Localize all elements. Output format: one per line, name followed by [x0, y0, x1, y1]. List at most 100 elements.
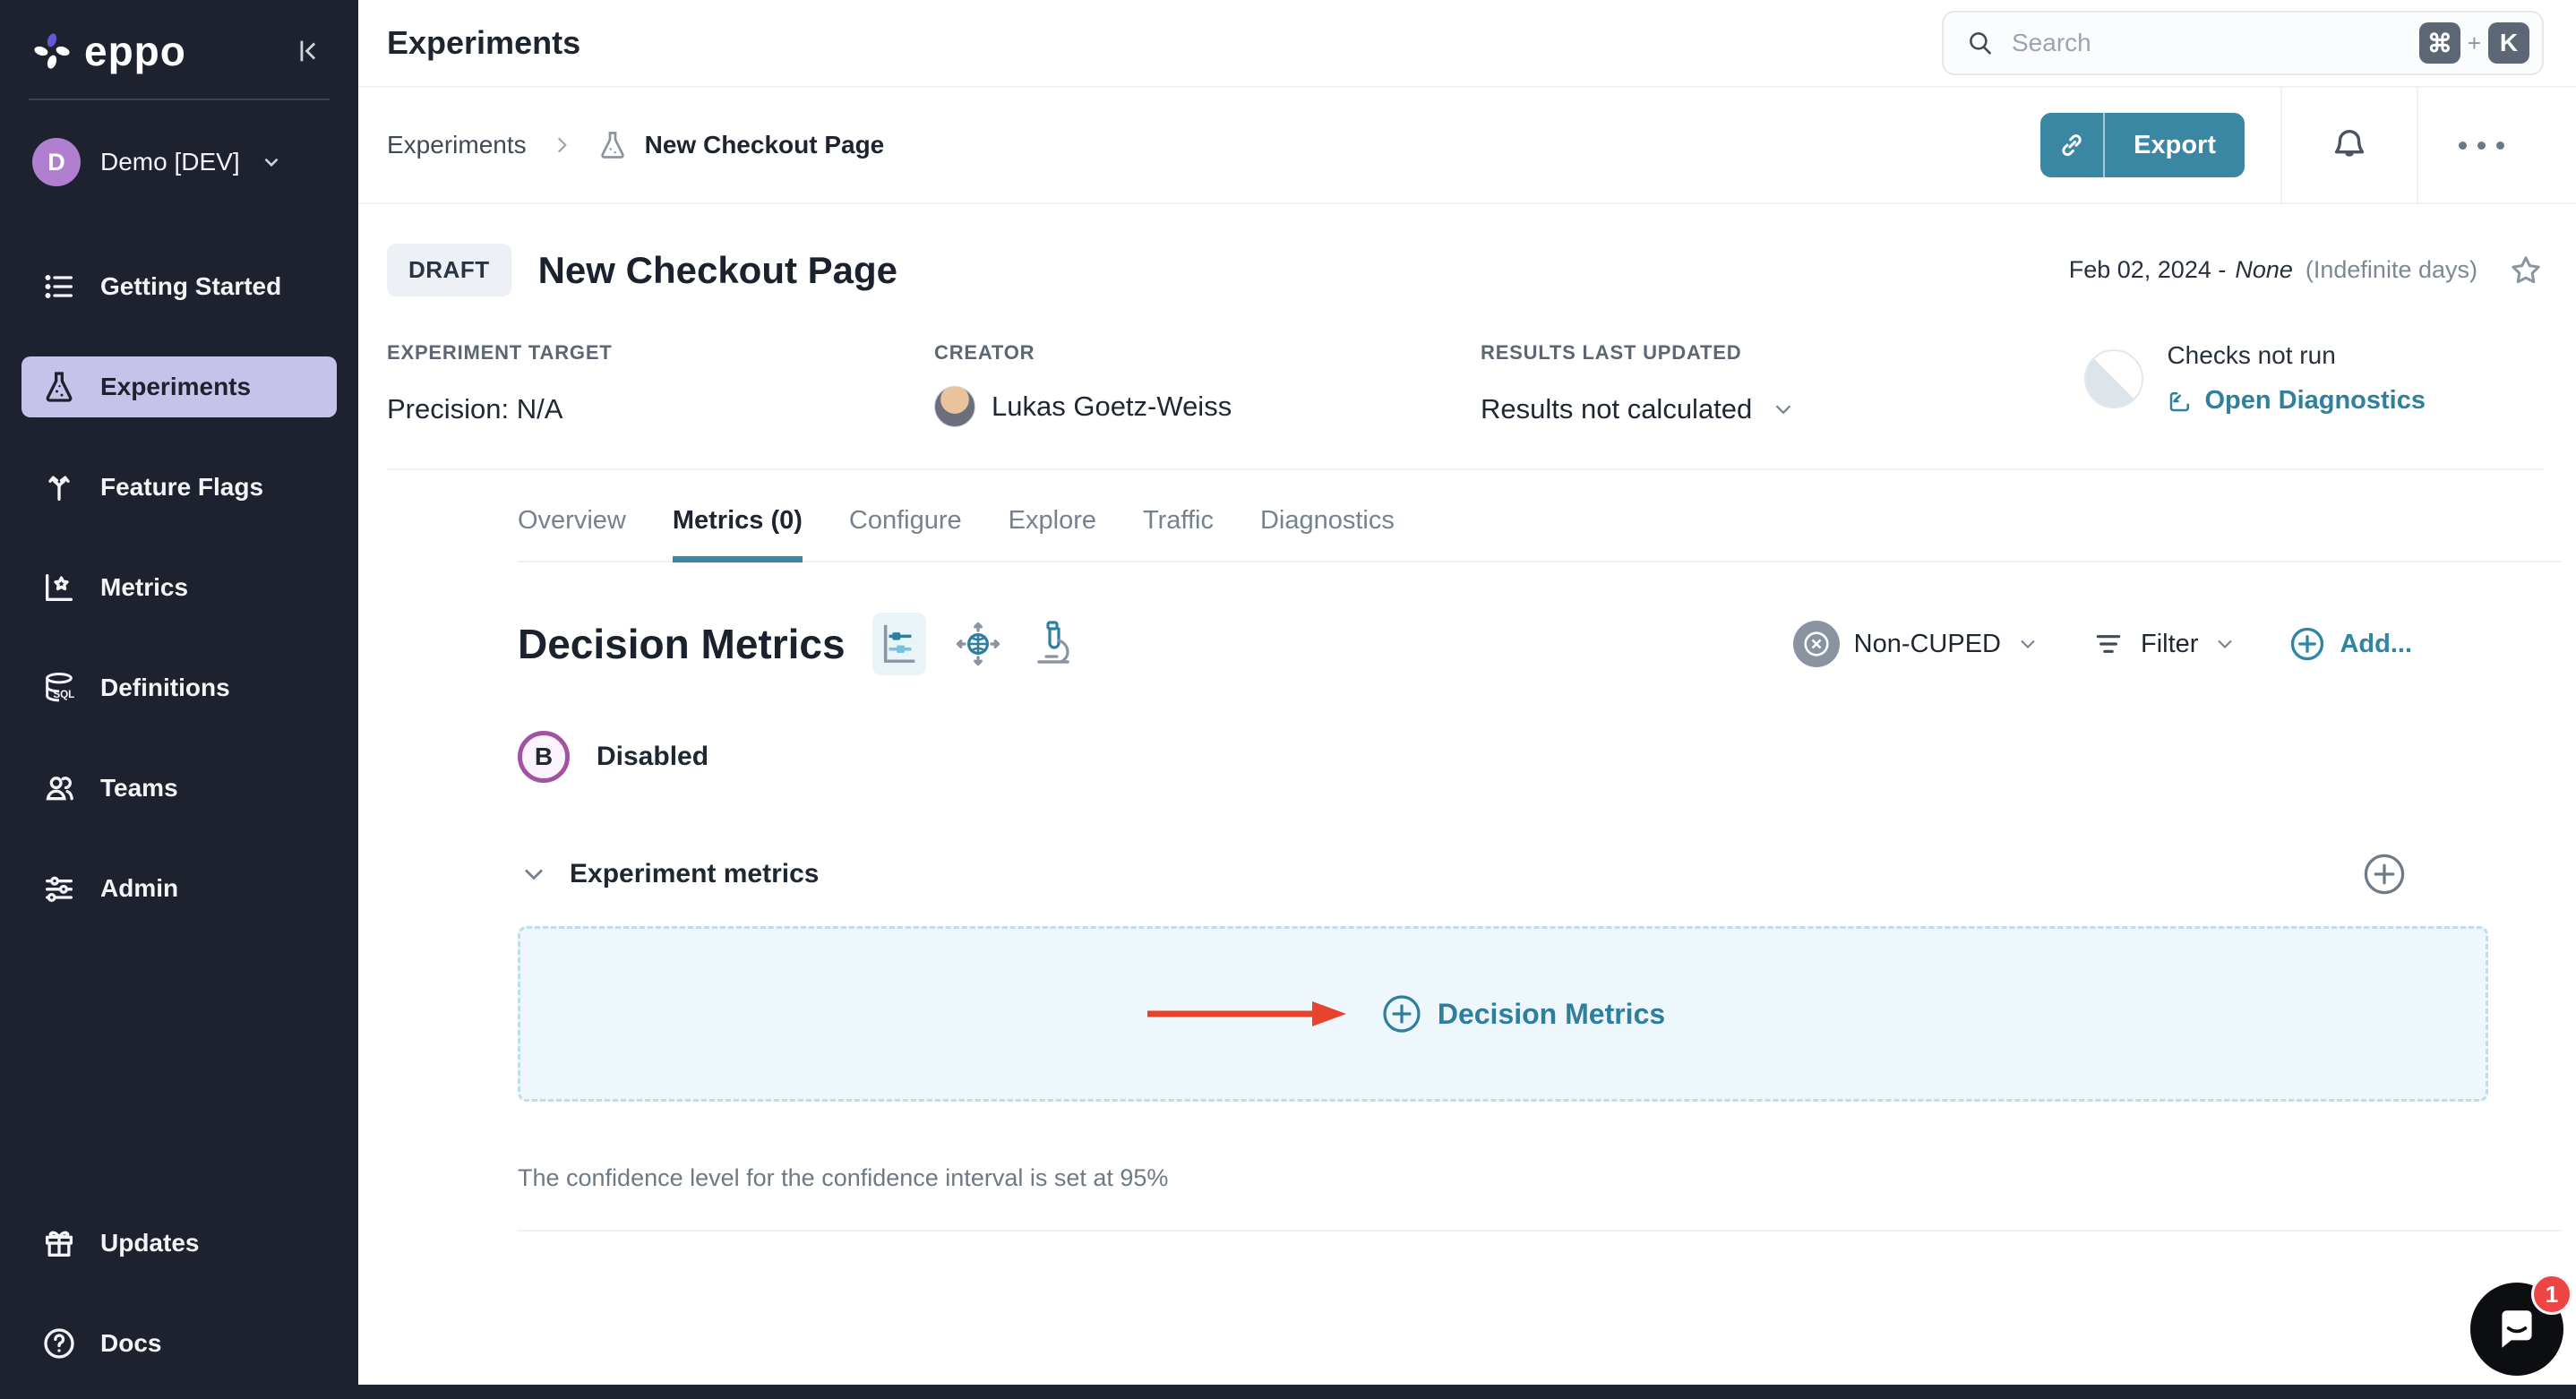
favorite-button[interactable]	[2508, 253, 2544, 288]
help-circle-icon	[41, 1326, 77, 1361]
sidebar-item-getting-started[interactable]: Getting Started	[21, 256, 337, 317]
chevron-down-icon	[260, 150, 283, 174]
app-root: eppo D Demo [DEV] Getting Started	[0, 0, 2576, 1399]
creator-name: Lukas Goetz-Weiss	[992, 391, 1232, 423]
tab-explore[interactable]: Explore	[1009, 506, 1096, 561]
experiment-title-row: DRAFT New Checkout Page Feb 02, 2024 - N…	[387, 244, 2544, 296]
bell-icon	[2329, 124, 2370, 166]
chevron-down-icon[interactable]	[518, 858, 550, 890]
search-shortcut: ⌘ + K	[2419, 22, 2529, 64]
eppo-logo[interactable]: eppo	[32, 27, 186, 75]
gift-icon	[41, 1225, 77, 1261]
group-label: Experiment metrics	[570, 859, 819, 889]
export-button[interactable]: Export	[2040, 113, 2245, 177]
filter-dropdown[interactable]: Filter	[2091, 626, 2237, 662]
sidebar-item-experiments[interactable]: Experiments	[21, 356, 337, 417]
chat-launcher[interactable]: 1	[2470, 1283, 2563, 1376]
decision-metrics-empty-state: Decision Metrics	[518, 926, 2488, 1102]
tab-overview[interactable]: Overview	[518, 506, 626, 561]
sidebar-item-definitions[interactable]: SQL Definitions	[21, 657, 337, 718]
decision-metrics-header: Decision Metrics	[518, 613, 2488, 675]
meta-label: EXPERIMENT TARGET	[387, 341, 934, 365]
experiment-name: New Checkout Page	[538, 249, 897, 292]
filter-icon	[2091, 626, 2126, 662]
open-diagnostics-label: Open Diagnostics	[2204, 386, 2426, 416]
empty-cta-label: Decision Metrics	[1438, 998, 1665, 1031]
open-diagnostics-icon	[2167, 388, 2194, 415]
variant-b-badge: B	[518, 731, 570, 783]
sidebar-item-feature-flags[interactable]: Feature Flags	[21, 457, 337, 518]
search-icon	[1965, 28, 1996, 58]
tab-traffic[interactable]: Traffic	[1143, 506, 1214, 561]
flask-icon	[41, 369, 77, 405]
metrics-content: Decision Metrics	[518, 613, 2488, 1232]
sidebar-item-label: Teams	[100, 774, 178, 802]
results-value: Results not calculated	[1481, 393, 1752, 425]
add-group-metric-button[interactable]	[2361, 851, 2408, 897]
star-icon	[2508, 253, 2544, 288]
notifications-button[interactable]	[2282, 124, 2417, 166]
variant-row: B Disabled	[518, 731, 2488, 783]
microscope-icon[interactable]	[1030, 619, 1077, 669]
add-decision-metrics-button[interactable]: Decision Metrics	[1380, 992, 1665, 1035]
status-badge: DRAFT	[387, 244, 511, 296]
chevron-down-icon	[2212, 631, 2237, 657]
k-key: K	[2488, 22, 2529, 64]
section-heading: Decision Metrics	[518, 620, 846, 668]
sidebar-item-label: Admin	[100, 874, 178, 903]
breadcrumb: Experiments New Checkout Page	[358, 88, 2576, 204]
forest-plot-view-icon[interactable]	[872, 613, 926, 675]
collapse-sidebar-icon[interactable]	[288, 31, 328, 71]
results-dropdown[interactable]: Results not calculated	[1481, 393, 1797, 425]
sql-database-icon: SQL	[41, 670, 77, 706]
search-input[interactable]: Search ⌘ + K	[1942, 11, 2544, 75]
tab-diagnostics[interactable]: Diagnostics	[1260, 506, 1395, 561]
open-diagnostics-link[interactable]: Open Diagnostics	[2167, 386, 2426, 416]
flower-logo-icon	[32, 31, 72, 71]
cuped-disabled-icon	[1793, 621, 1840, 667]
sidebar-item-teams[interactable]: Teams	[21, 758, 337, 819]
meta-label: CREATOR	[934, 341, 1481, 365]
diagnostics-summary: Checks not run Open Diagnostics	[2084, 341, 2426, 416]
plus-circle-icon	[1380, 992, 1423, 1035]
workspace-switcher[interactable]: D Demo [DEV]	[32, 138, 326, 186]
sliders-icon	[41, 871, 77, 906]
copy-link-icon[interactable]	[2040, 113, 2105, 177]
meta-value: Precision: N/A	[387, 393, 934, 425]
experiment-metrics-group: Experiment metrics	[518, 851, 2488, 897]
chevron-right-icon	[550, 133, 573, 157]
confidence-footnote: The confidence level for the confidence …	[518, 1164, 2488, 1192]
sidebar-item-label: Docs	[100, 1329, 161, 1358]
red-arrow-annotation	[1144, 996, 1350, 1032]
top-header: Experiments Search ⌘ + K	[358, 0, 2576, 88]
globe-arrows-icon[interactable]	[953, 619, 1003, 669]
tab-configure[interactable]: Configure	[849, 506, 962, 561]
sidebar-item-docs[interactable]: Docs	[21, 1313, 337, 1374]
sidebar-divider	[29, 99, 330, 100]
header-actions: Export	[2040, 88, 2544, 202]
flask-icon	[597, 129, 629, 161]
tab-metrics[interactable]: Metrics (0)	[673, 506, 803, 561]
sidebar-item-admin[interactable]: Admin	[21, 858, 337, 919]
svg-text:SQL: SQL	[53, 689, 74, 700]
main-area: Experiments Search ⌘ + K Experiments	[358, 0, 2576, 1399]
more-menu-button[interactable]	[2418, 142, 2544, 150]
chevron-down-icon	[1770, 396, 1797, 423]
cuped-dropdown[interactable]: Non-CUPED	[1793, 621, 2040, 667]
sidebar-item-updates[interactable]: Updates	[21, 1213, 337, 1274]
breadcrumb-root[interactable]: Experiments	[387, 131, 527, 159]
search-placeholder: Search	[2012, 29, 2091, 57]
experiment-dates: Feb 02, 2024 - None (Indefinite days)	[2069, 253, 2544, 288]
sidebar-item-label: Experiments	[100, 373, 251, 401]
sidebar: eppo D Demo [DEV] Getting Started	[0, 0, 358, 1399]
checks-status: Checks not run	[2167, 341, 2426, 370]
meta-creator: CREATOR Lukas Goetz-Weiss	[934, 341, 1481, 427]
checklist-icon	[41, 269, 77, 305]
people-icon	[41, 770, 77, 806]
sidebar-item-metrics[interactable]: Metrics	[21, 557, 337, 618]
sidebar-footer: Updates Docs	[21, 1213, 337, 1383]
sidebar-item-label: Definitions	[100, 674, 230, 702]
add-metric-button[interactable]: Add...	[2288, 624, 2412, 664]
checks-donut-icon	[2084, 349, 2143, 408]
plus-circle-icon	[2288, 624, 2327, 664]
